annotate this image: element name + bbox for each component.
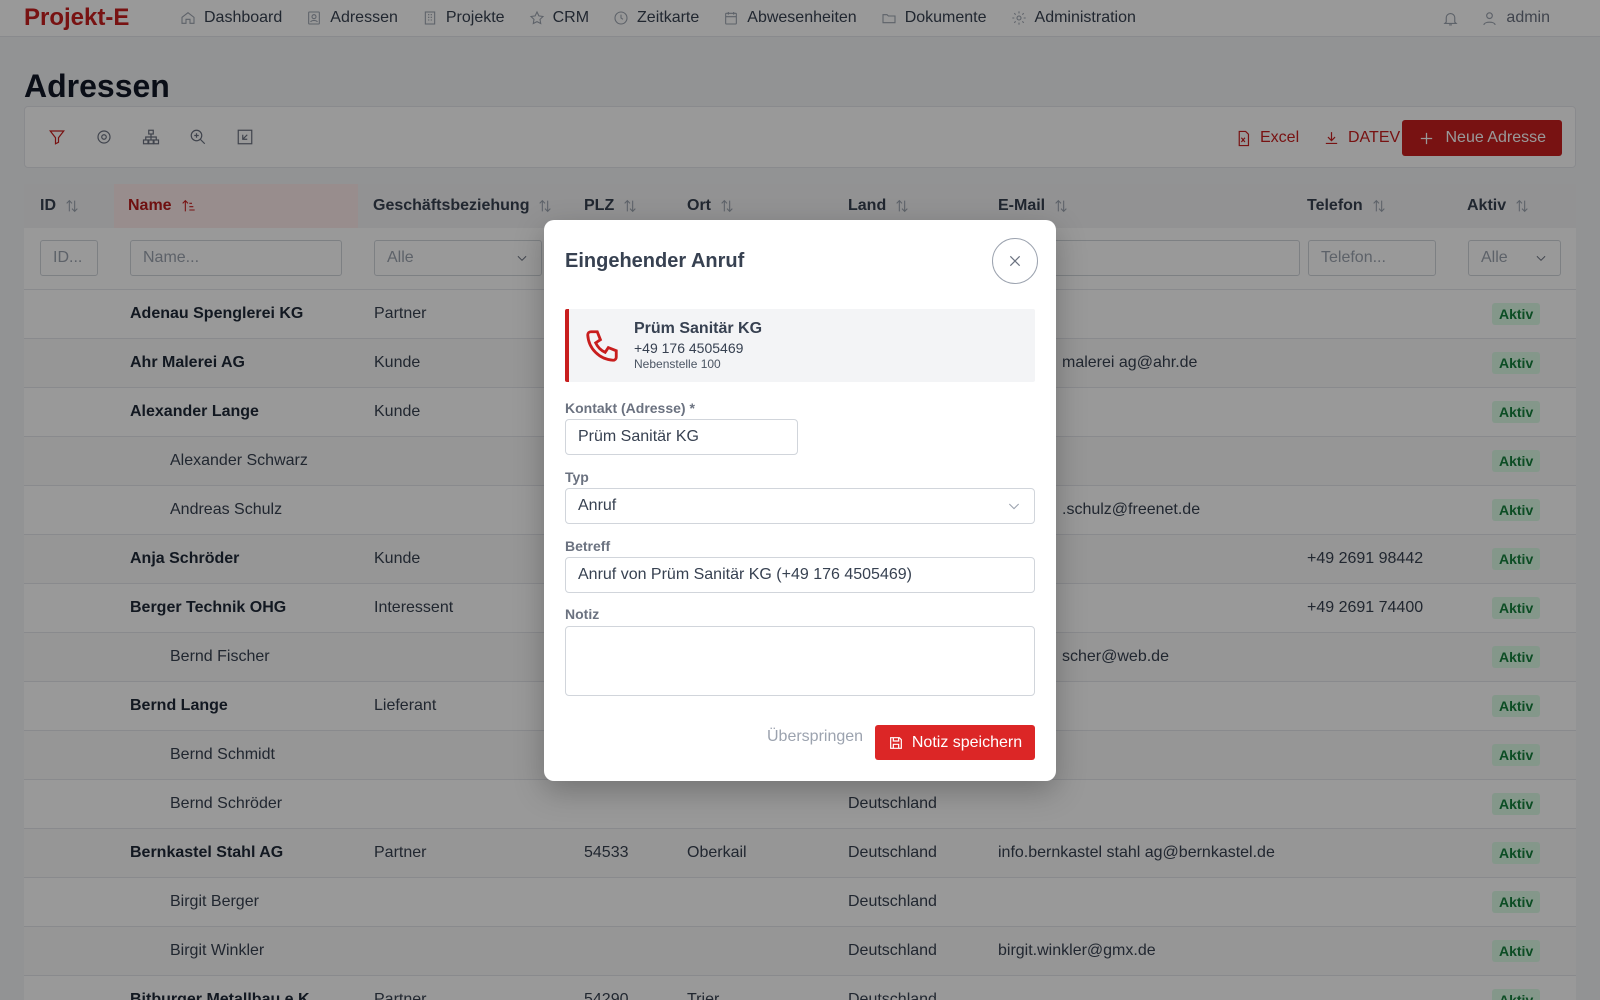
subject-input[interactable]: Anruf von Prüm Sanitär KG (+49 176 45054…: [565, 557, 1035, 593]
close-icon: [1009, 255, 1021, 267]
phone-icon: [583, 327, 621, 365]
save-note-button[interactable]: Notiz speichern: [875, 725, 1035, 760]
chevron-down-icon: [1008, 503, 1020, 510]
incoming-call-dialog: Eingehender Anruf Prüm Sanitär KG +49 17…: [544, 220, 1056, 781]
caller-name: Prüm Sanitär KG: [634, 320, 763, 337]
caller-extension: Nebenstelle 100: [634, 357, 721, 371]
contact-label: Kontakt (Adresse) *: [565, 400, 695, 416]
save-icon: [889, 736, 902, 749]
caller-info-card: Prüm Sanitär KG +49 176 4505469 Nebenste…: [565, 309, 1035, 382]
type-value: Anruf: [578, 497, 617, 514]
close-button[interactable]: [992, 238, 1038, 284]
dialog-title: Eingehender Anruf: [565, 250, 745, 272]
type-label: Typ: [565, 469, 589, 485]
caller-phone: +49 176 4505469: [634, 340, 744, 356]
subject-label: Betreff: [565, 538, 611, 554]
skip-button[interactable]: Überspringen: [757, 720, 873, 754]
note-label: Notiz: [565, 606, 600, 622]
type-select[interactable]: Anruf: [565, 488, 1035, 524]
note-textarea[interactable]: [565, 626, 1035, 696]
save-note-label: Notiz speichern: [911, 733, 1023, 751]
contact-input[interactable]: Prüm Sanitär KG: [565, 419, 798, 455]
